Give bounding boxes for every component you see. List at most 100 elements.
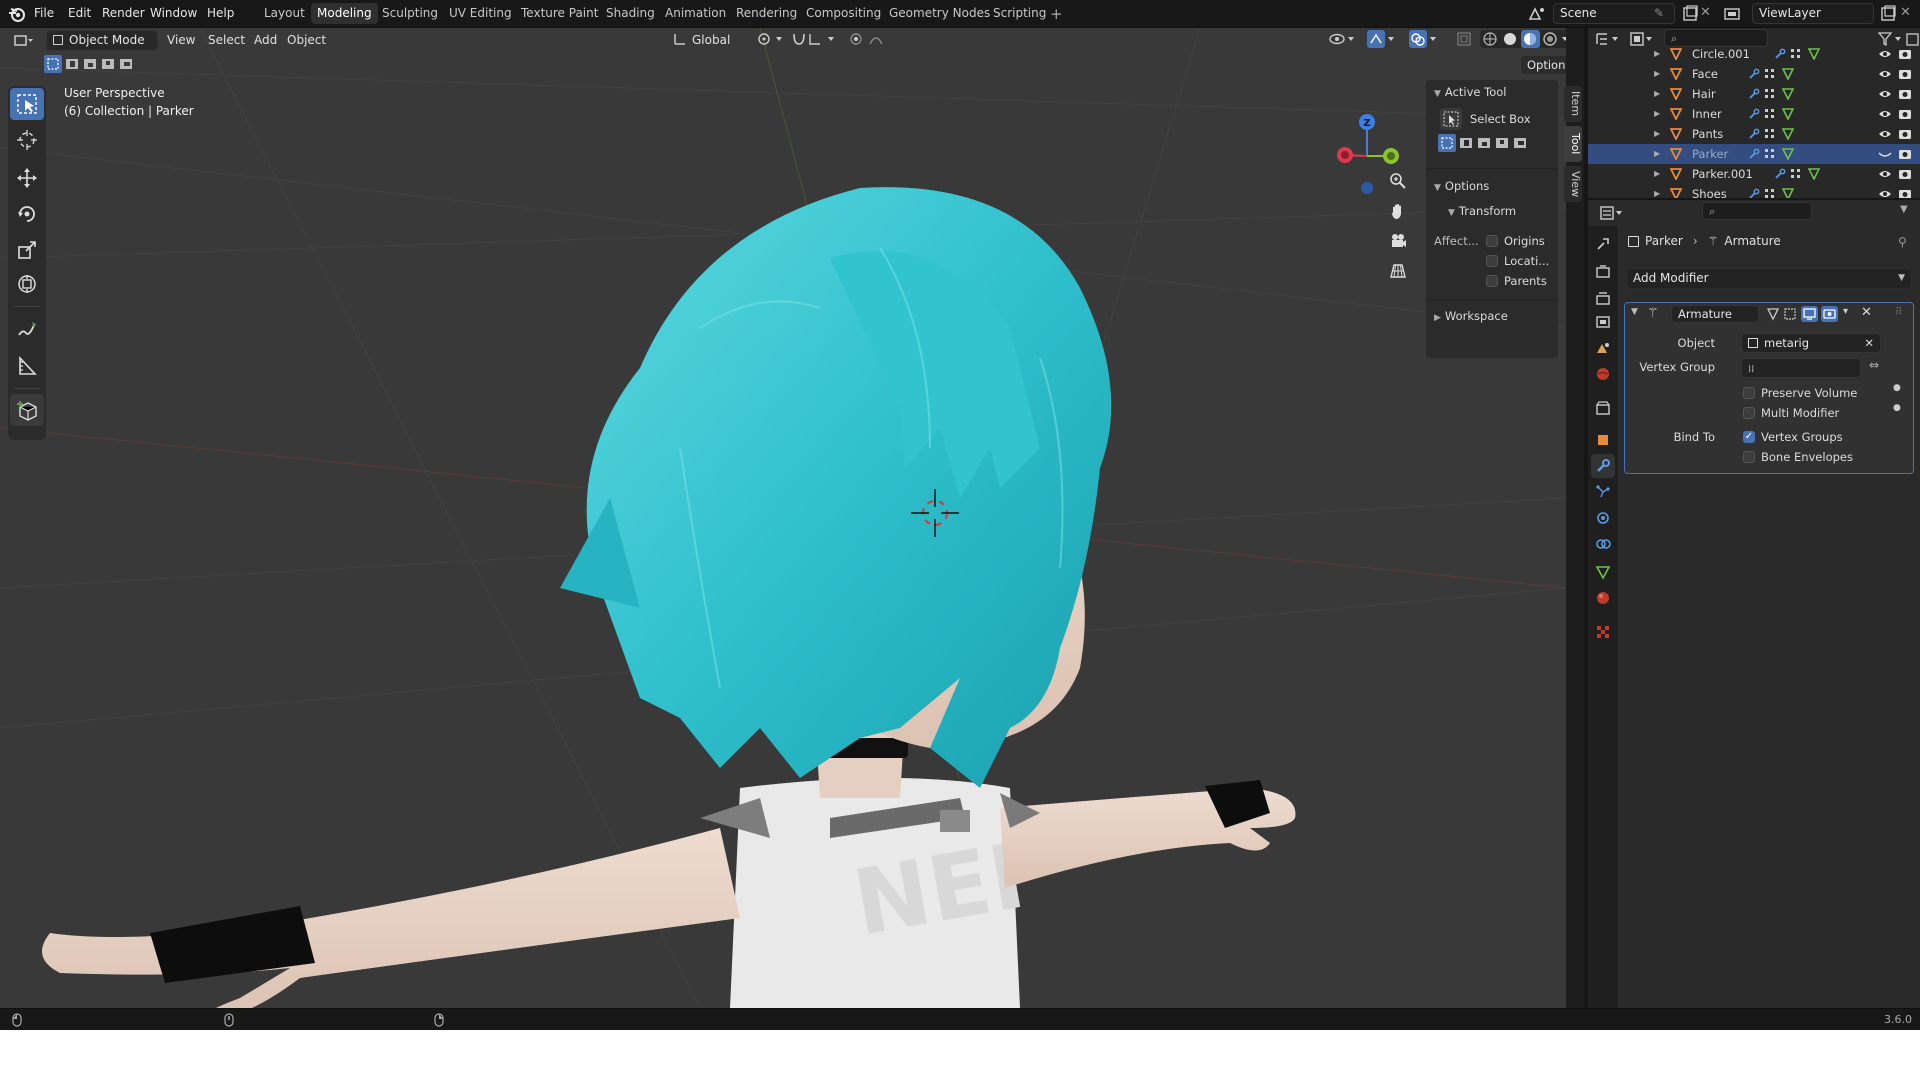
outliner-item[interactable]: ▶ Parker bbox=[1588, 144, 1920, 164]
menu-edit[interactable]: Edit bbox=[62, 0, 97, 26]
render-camera-icon[interactable] bbox=[1898, 188, 1912, 198]
workspace-tab-layout[interactable]: Layout bbox=[258, 3, 311, 24]
render-camera-icon[interactable] bbox=[1898, 108, 1912, 120]
workspace-header[interactable]: ▶ Workspace bbox=[1434, 306, 1508, 326]
texture-tab-icon[interactable] bbox=[1591, 620, 1615, 644]
outliner-item[interactable]: ▶ Face bbox=[1588, 64, 1920, 84]
output-tab-icon[interactable] bbox=[1591, 286, 1615, 310]
blender-logo-icon[interactable] bbox=[8, 5, 26, 23]
wireframe-shading-icon[interactable] bbox=[1483, 32, 1497, 46]
checkbox[interactable] bbox=[1486, 255, 1498, 267]
add-workspace-icon[interactable]: + bbox=[1050, 5, 1063, 23]
delete-scene-icon[interactable]: ✕ bbox=[1700, 5, 1711, 20]
world-tab-icon[interactable] bbox=[1591, 362, 1615, 386]
scene-tab-icon[interactable] bbox=[1591, 336, 1615, 360]
expand-arrow-icon[interactable]: ▶ bbox=[1654, 104, 1660, 124]
workspace-tab-rendering[interactable]: Rendering bbox=[730, 3, 803, 24]
modifier-wrench-icon[interactable] bbox=[1748, 108, 1760, 120]
eye-icon[interactable] bbox=[1878, 128, 1892, 140]
render-camera-icon[interactable] bbox=[1898, 148, 1912, 160]
add-cube-tool-icon[interactable] bbox=[10, 394, 44, 426]
tool-settings-tab-icon[interactable] bbox=[1591, 232, 1615, 256]
viewport-options-button[interactable]: Options bbox=[1520, 55, 1566, 75]
gizmo-toggle-icon[interactable] bbox=[1366, 30, 1398, 48]
menu-object[interactable]: Object bbox=[287, 29, 326, 51]
clear-object-icon[interactable]: ✕ bbox=[1864, 334, 1874, 352]
checkbox[interactable] bbox=[1743, 407, 1755, 419]
menu-select[interactable]: Select bbox=[208, 29, 245, 51]
workspace-tab-sculpting[interactable]: Sculpting bbox=[376, 3, 444, 24]
collapse-chevron-icon[interactable]: ▼ bbox=[1631, 307, 1638, 317]
xray-toggle-icon[interactable] bbox=[1456, 31, 1472, 47]
workspace-tab-texture-paint[interactable]: Texture Paint bbox=[515, 3, 604, 24]
workspace-tab-animation[interactable]: Animation bbox=[659, 3, 732, 24]
vertex-group-field[interactable]: ⁞⁞ bbox=[1741, 358, 1861, 378]
transform-tool-icon[interactable] bbox=[10, 268, 44, 300]
camera-view-icon[interactable] bbox=[1385, 228, 1411, 254]
workspace-tab-geometry-nodes[interactable]: Geometry Nodes bbox=[883, 3, 996, 24]
checkbox[interactable] bbox=[1743, 451, 1755, 463]
overlays-toggle-icon[interactable] bbox=[1408, 30, 1440, 48]
checkbox[interactable] bbox=[1486, 235, 1498, 247]
preserve-volume-checkbox[interactable]: Preserve Volume bbox=[1743, 383, 1857, 403]
menu-window[interactable]: Window bbox=[144, 0, 203, 26]
outliner-item[interactable]: ▶ Inner bbox=[1588, 104, 1920, 124]
particles-tab-icon[interactable] bbox=[1591, 480, 1615, 504]
eye-icon[interactable] bbox=[1878, 48, 1892, 60]
select-mode-group[interactable] bbox=[44, 55, 140, 73]
3d-viewport[interactable]: NEI Object Mode View Select Add Object G… bbox=[0, 28, 1566, 1008]
outliner-item[interactable]: ▶ Parker.001 bbox=[1588, 164, 1920, 184]
render-camera-icon[interactable] bbox=[1898, 88, 1912, 100]
tab-tool[interactable]: Tool bbox=[1564, 126, 1582, 162]
outliner-item[interactable]: ▶ Shoes bbox=[1588, 184, 1920, 198]
modifier-wrench-icon[interactable] bbox=[1748, 128, 1760, 140]
expand-arrow-icon[interactable]: ▶ bbox=[1654, 64, 1660, 84]
eye-icon[interactable] bbox=[1878, 88, 1892, 100]
active-tool-header[interactable]: ▼ Active Tool bbox=[1434, 82, 1507, 102]
viewport-scene[interactable]: NEI bbox=[0, 28, 1566, 1008]
modifier-name-input[interactable]: Armature bbox=[1671, 305, 1759, 323]
modifier-tab-icon[interactable] bbox=[1591, 454, 1615, 478]
workspace-tab-shading[interactable]: Shading bbox=[600, 3, 661, 24]
cursor-tool-icon[interactable] bbox=[10, 124, 44, 156]
snap-icon[interactable] bbox=[790, 30, 840, 48]
menu-file[interactable]: File bbox=[28, 0, 60, 26]
render-tab-icon[interactable] bbox=[1591, 260, 1615, 284]
invert-vertex-group-icon[interactable]: ⇔ bbox=[1865, 358, 1883, 378]
expand-arrow-icon[interactable]: ▶ bbox=[1654, 84, 1660, 104]
affect-parents-checkbox[interactable]: Parents bbox=[1486, 271, 1547, 291]
material-preview-shading-icon[interactable] bbox=[1524, 33, 1536, 45]
object-tab-icon[interactable] bbox=[1591, 428, 1615, 452]
new-scene-icon[interactable] bbox=[1680, 4, 1700, 24]
modifier-menu-chevron-icon[interactable]: ▾ bbox=[1843, 306, 1848, 317]
properties-editor-type-icon[interactable] bbox=[1598, 204, 1626, 222]
menu-render[interactable]: Render bbox=[96, 0, 151, 26]
eye-icon[interactable] bbox=[1878, 168, 1892, 180]
solid-shading-icon[interactable] bbox=[1504, 33, 1516, 45]
select-box-tool-preview-icon[interactable] bbox=[1440, 108, 1462, 130]
pin-icon[interactable]: ✎ bbox=[1654, 6, 1664, 20]
multi-modifier-checkbox[interactable]: Multi Modifier bbox=[1743, 403, 1839, 423]
bind-bone-envelopes-checkbox[interactable]: Bone Envelopes bbox=[1743, 447, 1853, 467]
scene-icon[interactable] bbox=[1527, 4, 1547, 24]
outliner-item[interactable]: ▶ Circle.001 bbox=[1588, 44, 1920, 64]
pivot-point-icon[interactable] bbox=[756, 30, 786, 48]
rotate-tool-icon[interactable] bbox=[10, 198, 44, 230]
workspace-tab-modeling[interactable]: Modeling bbox=[311, 3, 378, 24]
bind-vertex-groups-checkbox[interactable]: ✓ Vertex Groups bbox=[1743, 427, 1843, 447]
checkbox-checked-icon[interactable]: ✓ bbox=[1743, 431, 1755, 443]
render-camera-icon[interactable] bbox=[1898, 48, 1912, 60]
outliner-item[interactable]: ▶ Pants bbox=[1588, 124, 1920, 144]
select-mode-buttons[interactable] bbox=[1438, 134, 1534, 152]
modifier-wrench-icon[interactable] bbox=[1748, 188, 1760, 198]
workspace-tab-scripting[interactable]: Scripting bbox=[987, 3, 1052, 24]
modifier-wrench-icon[interactable] bbox=[1748, 148, 1760, 160]
transform-orientation-select[interactable]: Global bbox=[692, 29, 730, 51]
tab-view[interactable]: View bbox=[1564, 166, 1582, 202]
eye-icon[interactable] bbox=[1878, 188, 1892, 198]
affect-origins-checkbox[interactable]: Origins bbox=[1486, 231, 1545, 251]
workspace-tab-uv-editing[interactable]: UV Editing bbox=[443, 3, 518, 24]
physics-tab-icon[interactable] bbox=[1591, 506, 1615, 530]
view-layer-icon[interactable] bbox=[1722, 4, 1742, 24]
data-tab-icon[interactable] bbox=[1591, 560, 1615, 584]
